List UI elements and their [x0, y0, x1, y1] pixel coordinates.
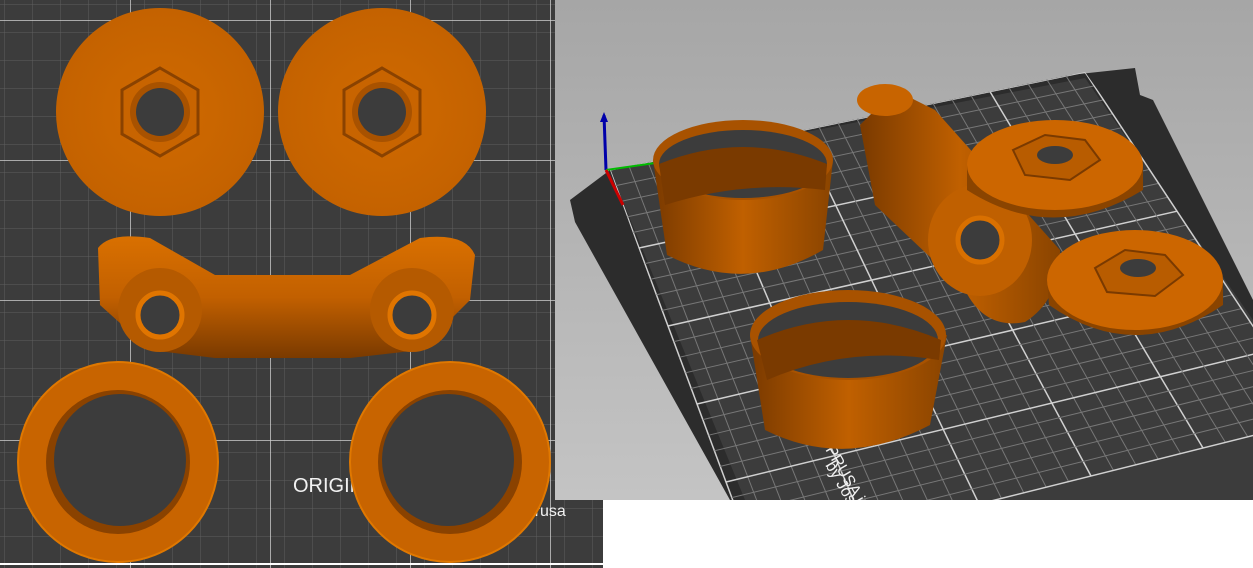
ring-part-2[interactable]	[750, 290, 947, 449]
ring-part-1[interactable]	[653, 120, 833, 274]
disc-nut-part-2[interactable]	[1047, 230, 1223, 335]
disc-nut-part-1[interactable]	[56, 8, 264, 216]
ring-part-1[interactable]	[17, 361, 219, 563]
axis-z	[602, 114, 608, 171]
disc-nut-part-1[interactable]	[967, 120, 1143, 218]
perspective-view-viewport[interactable]: by Josef Prusa ORIGINAL PRUSA i3 MK3	[555, 0, 1253, 500]
disc-nut-part-2[interactable]	[278, 8, 486, 216]
top-view-viewport[interactable]: ORIGINAL PRUSA i3 MK3 by Josef Prusa	[0, 0, 603, 568]
ring-part-2[interactable]	[349, 361, 551, 563]
